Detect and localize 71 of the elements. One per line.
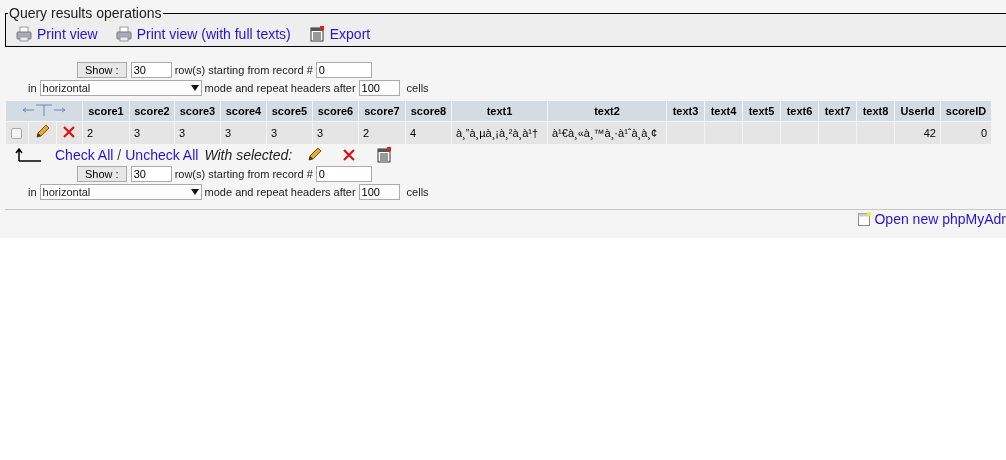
window-icon: [858, 212, 872, 226]
column-header[interactable]: score4: [221, 101, 266, 121]
column-header[interactable]: score5: [267, 101, 312, 121]
column-header[interactable]: score6: [313, 101, 358, 121]
delete-icon[interactable]: [342, 148, 357, 162]
column-header[interactable]: score8: [406, 101, 451, 121]
mode-label: mode and repeat headers after: [204, 186, 356, 198]
rows-field[interactable]: 30: [130, 62, 172, 78]
table-cell: 3: [271, 127, 278, 139]
show-button[interactable]: Show :: [77, 62, 127, 78]
table-cell: 3: [134, 127, 141, 139]
in-label: in: [28, 82, 37, 94]
panel-title: Query results operations: [8, 5, 163, 21]
cells-label: cells: [406, 186, 429, 198]
open-new-window-link[interactable]: Open new phpMyAdr: [874, 211, 1006, 227]
table-cell: 2: [363, 127, 370, 139]
select-arrow-icon: [15, 148, 41, 162]
with-selected-label: With selected:: [204, 147, 293, 163]
table-cell: à¸”à¸µà¸¡à¸²à¸à¹†: [456, 127, 539, 139]
column-header[interactable]: score3: [175, 101, 220, 121]
table-cell: 3: [179, 127, 186, 139]
delete-icon[interactable]: [62, 125, 77, 139]
rows-field[interactable]: 30: [130, 166, 172, 182]
table-cell: 0: [980, 127, 987, 139]
mode-label: mode and repeat headers after: [204, 82, 356, 94]
start-record-field[interactable]: 0: [315, 62, 372, 78]
column-header[interactable]: text2: [548, 101, 666, 121]
pencil-icon[interactable]: [306, 147, 323, 163]
rows-label: row(s) starting from record #: [174, 64, 313, 76]
printer-icon: [16, 26, 32, 42]
start-record-field[interactable]: 0: [315, 166, 372, 182]
column-header[interactable]: score7: [359, 101, 405, 121]
column-header[interactable]: score2: [130, 101, 174, 121]
column-header[interactable]: text6: [781, 101, 818, 121]
separator: /: [117, 147, 122, 163]
column-header[interactable]: text5: [743, 101, 780, 121]
row-checkbox[interactable]: [11, 128, 23, 140]
table-cell: à¹€à¸«à¸™à¸·à¹ˆà¸à¸¢: [552, 127, 658, 139]
operation-link[interactable]: Print view (with full texts): [115, 26, 291, 42]
table-cell: 2: [87, 127, 94, 139]
printer-icon: [115, 26, 132, 42]
column-header[interactable]: text7: [819, 101, 856, 121]
display-mode-dropdown[interactable]: horizontal: [39, 184, 202, 200]
uncheck-all-link[interactable]: Uncheck All: [125, 147, 199, 163]
export-icon[interactable]: [376, 147, 393, 163]
table-cell: 4: [410, 127, 417, 139]
cells-label: cells: [406, 82, 429, 94]
column-header[interactable]: text4: [705, 101, 742, 121]
in-label: in: [28, 186, 37, 198]
column-header[interactable]: text1: [452, 101, 547, 121]
operation-link[interactable]: Export: [308, 26, 371, 42]
table-cell: 42: [923, 127, 936, 139]
column-header[interactable]: text8: [857, 101, 894, 121]
table-cell: 3: [317, 127, 324, 139]
column-header[interactable]: UserId: [895, 101, 940, 121]
display-mode-dropdown[interactable]: horizontal: [39, 80, 202, 96]
column-arrows-icon: [22, 104, 66, 116]
column-header[interactable]: text3: [667, 101, 704, 121]
repeat-headers-field[interactable]: 100: [358, 80, 400, 96]
table-cell: 3: [225, 127, 232, 139]
document-icon: [308, 26, 325, 42]
dropdown-arrow-icon: [190, 85, 199, 91]
column-header[interactable]: scoreID: [941, 101, 991, 121]
show-button[interactable]: Show :: [77, 166, 127, 182]
check-all-link[interactable]: Check All: [55, 147, 114, 163]
dropdown-arrow-icon: [190, 189, 199, 195]
column-header[interactable]: score1: [83, 101, 129, 121]
repeat-headers-field[interactable]: 100: [358, 184, 400, 200]
operation-link[interactable]: Print view: [16, 26, 98, 42]
pencil-icon[interactable]: [34, 124, 51, 140]
rows-label: row(s) starting from record #: [174, 168, 313, 180]
